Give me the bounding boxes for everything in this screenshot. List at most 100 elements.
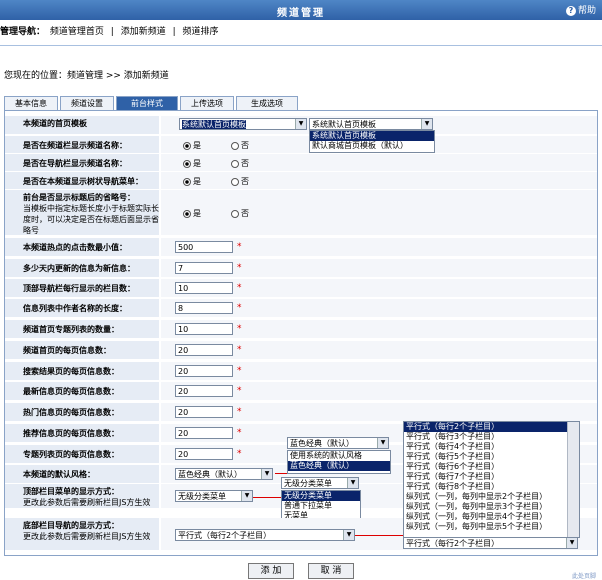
radio-yes[interactable]: 是 <box>183 208 201 219</box>
nav-separator: | <box>172 27 176 37</box>
option[interactable]: 纵列式（一列，每列中显示4个子栏目） <box>404 512 579 522</box>
field-label: 是否在本频道显示树状导航菜单： <box>5 172 159 189</box>
field-label: 本频道热点的点击数最小值： <box>5 238 159 256</box>
help-label: 帮助 <box>577 6 596 16</box>
bottom-nav-style-select-2[interactable]: 平行式（每行2个子栏目） ▼ <box>403 537 578 549</box>
radio-label: 是 <box>193 209 201 218</box>
chevron-down-icon: ▼ <box>343 530 354 540</box>
search-per-page-input[interactable]: 20 <box>175 365 233 377</box>
field-label: 是否在导航栏显示频道名称： <box>5 154 159 171</box>
field-hint: 更改此参数后需要刷新栏目JS方生效 <box>23 498 151 507</box>
option[interactable]: 系统默认首页模板 <box>310 131 434 141</box>
tab-channel[interactable]: 频道设置 <box>60 96 114 110</box>
required-mark: * <box>237 386 242 396</box>
chevron-down-icon: ▼ <box>377 438 388 448</box>
home-per-page-input[interactable]: 20 <box>175 344 233 356</box>
recommend-per-page-input[interactable]: 20 <box>175 427 233 439</box>
option[interactable]: 纵列式（一列，每列中显示2个子栏目） <box>404 492 579 502</box>
option[interactable]: 平行式（每行7个子栏目） <box>404 472 579 482</box>
option[interactable]: 平行式（每行6个子栏目） <box>404 462 579 472</box>
option[interactable]: 蓝色经典（默认） <box>288 461 390 471</box>
option[interactable]: 普通下拉菜单 <box>282 501 360 511</box>
radio-no[interactable]: 否 <box>231 208 249 219</box>
radio-no[interactable]: 否 <box>231 158 249 169</box>
help-link[interactable]: ? 帮助 <box>565 3 596 16</box>
radio-no[interactable]: 否 <box>231 176 249 187</box>
window-title: 频道管理 <box>277 8 325 19</box>
nav-link-home[interactable]: 频道管理首页 <box>50 27 104 37</box>
field-label-text: 顶部栏目菜单的显示方式： <box>23 487 119 496</box>
radio-unchecked-icon <box>231 141 239 150</box>
nav-bar: 管理导航： 频道管理首页 | 添加新频道 | 频道排序 <box>0 24 602 42</box>
author-length-input[interactable]: 8 <box>175 302 233 314</box>
top-nav-per-row-input[interactable]: 10 <box>175 282 233 294</box>
radio-checked-icon <box>183 141 191 150</box>
radio-no[interactable]: 否 <box>231 140 249 151</box>
required-mark: * <box>237 428 242 438</box>
field-label: 推荐信息页的每页信息数： <box>5 424 159 442</box>
option[interactable]: 平行式（每行8个子栏目） <box>404 482 579 492</box>
chevron-down-icon: ▼ <box>261 469 272 479</box>
required-mark: * <box>237 263 242 273</box>
nav-link-add[interactable]: 添加新频道 <box>121 27 166 37</box>
required-mark: * <box>237 407 242 417</box>
option[interactable]: 平行式（每行4个子栏目） <box>404 442 579 452</box>
default-style-select-open[interactable]: 蓝色经典（默认） ▼ <box>287 437 389 449</box>
homepage-template-select[interactable]: 系统默认首页模板 ▼ <box>179 118 307 130</box>
option[interactable]: 平行式（每行3个子栏目） <box>404 432 579 442</box>
option[interactable]: 平行式（每行2个子栏目） <box>404 422 579 432</box>
tab-generate[interactable]: 生成选项 <box>236 96 298 110</box>
default-style-dropdown[interactable]: 使用系统的默认风格 蓝色经典（默认） <box>287 450 391 474</box>
radio-unchecked-icon <box>231 177 239 186</box>
top-menu-style-select[interactable]: 无级分类菜单 ▼ <box>175 490 253 502</box>
option[interactable]: 无级分类菜单 <box>282 491 360 501</box>
field-label: 底部栏目导航的显示方式： 更改此参数后需要刷新栏目JS方生效 <box>5 518 159 550</box>
scrollbar[interactable] <box>567 422 579 537</box>
required-mark: * <box>237 324 242 334</box>
title-bar: 频道管理 ? 帮助 <box>0 0 602 20</box>
bottom-nav-style-select[interactable]: 平行式（每行2个子栏目） ▼ <box>175 529 355 541</box>
select-value: 平行式（每行2个子栏目） <box>178 531 272 540</box>
radio-yes[interactable]: 是 <box>183 158 201 169</box>
homepage-template-select-2[interactable]: 系统默认首页模板 ▼ <box>309 118 433 130</box>
option[interactable]: 默认商城首页模板（默认） <box>310 141 434 151</box>
hot-per-page-input[interactable]: 20 <box>175 406 233 418</box>
latest-per-page-input[interactable]: 20 <box>175 385 233 397</box>
special-per-page-input[interactable]: 20 <box>175 448 233 460</box>
select-value: 蓝色经典（默认） <box>290 439 354 448</box>
radio-label: 否 <box>241 209 249 218</box>
radio-yes[interactable]: 是 <box>183 176 201 187</box>
tab-basic[interactable]: 基本信息 <box>4 96 58 110</box>
callout-line <box>253 497 281 498</box>
field-label: 顶部栏目菜单的显示方式： 更改此参数后需要刷新栏目JS方生效 <box>5 484 159 508</box>
radio-label: 否 <box>241 159 249 168</box>
bottom-nav-style-listbox[interactable]: 平行式（每行2个子栏目） 平行式（每行3个子栏目） 平行式（每行4个子栏目） 平… <box>403 421 580 538</box>
nav-link-order[interactable]: 频道排序 <box>183 27 219 37</box>
tab-upload[interactable]: 上传选项 <box>180 96 234 110</box>
select-value: 蓝色经典（默认） <box>178 470 242 479</box>
special-count-input[interactable]: 10 <box>175 323 233 335</box>
default-style-select[interactable]: 蓝色经典（默认） ▼ <box>175 468 273 480</box>
radio-yes[interactable]: 是 <box>183 140 201 151</box>
option[interactable]: 纵列式（一列，每列中显示5个子栏目） <box>404 522 579 532</box>
option[interactable]: 纵列式（一列，每列中显示3个子栏目） <box>404 502 579 512</box>
top-menu-style-select-open[interactable]: 无级分类菜单 ▼ <box>281 477 359 489</box>
add-button[interactable]: 添 加 <box>248 563 294 579</box>
hot-threshold-input[interactable]: 500 <box>175 241 233 253</box>
option[interactable]: 使用系统的默认风格 <box>288 451 390 461</box>
field-label: 前台是否显示标题后的省略号： 当模板中指定标题长度小于标题实际长度时，可以决定是否… <box>5 190 159 235</box>
field-label-text: 底部栏目导航的显示方式： <box>23 521 119 530</box>
required-mark: * <box>237 345 242 355</box>
homepage-template-dropdown[interactable]: 系统默认首页模板 默认商城首页模板（默认） <box>309 130 435 153</box>
field-label: 最新信息页的每页信息数： <box>5 382 159 400</box>
radio-unchecked-icon <box>231 209 239 218</box>
radio-label: 是 <box>193 177 201 186</box>
field-label: 本频道的首页模板 <box>5 116 159 134</box>
tab-frontend-style[interactable]: 前台样式 <box>116 96 178 110</box>
chevron-down-icon: ▼ <box>241 491 252 501</box>
field-label: 信息列表中作者名称的长度： <box>5 299 159 317</box>
new-days-input[interactable]: 7 <box>175 262 233 274</box>
option[interactable]: 平行式（每行5个子栏目） <box>404 452 579 462</box>
radio-label: 否 <box>241 177 249 186</box>
cancel-button[interactable]: 取 消 <box>308 563 354 579</box>
